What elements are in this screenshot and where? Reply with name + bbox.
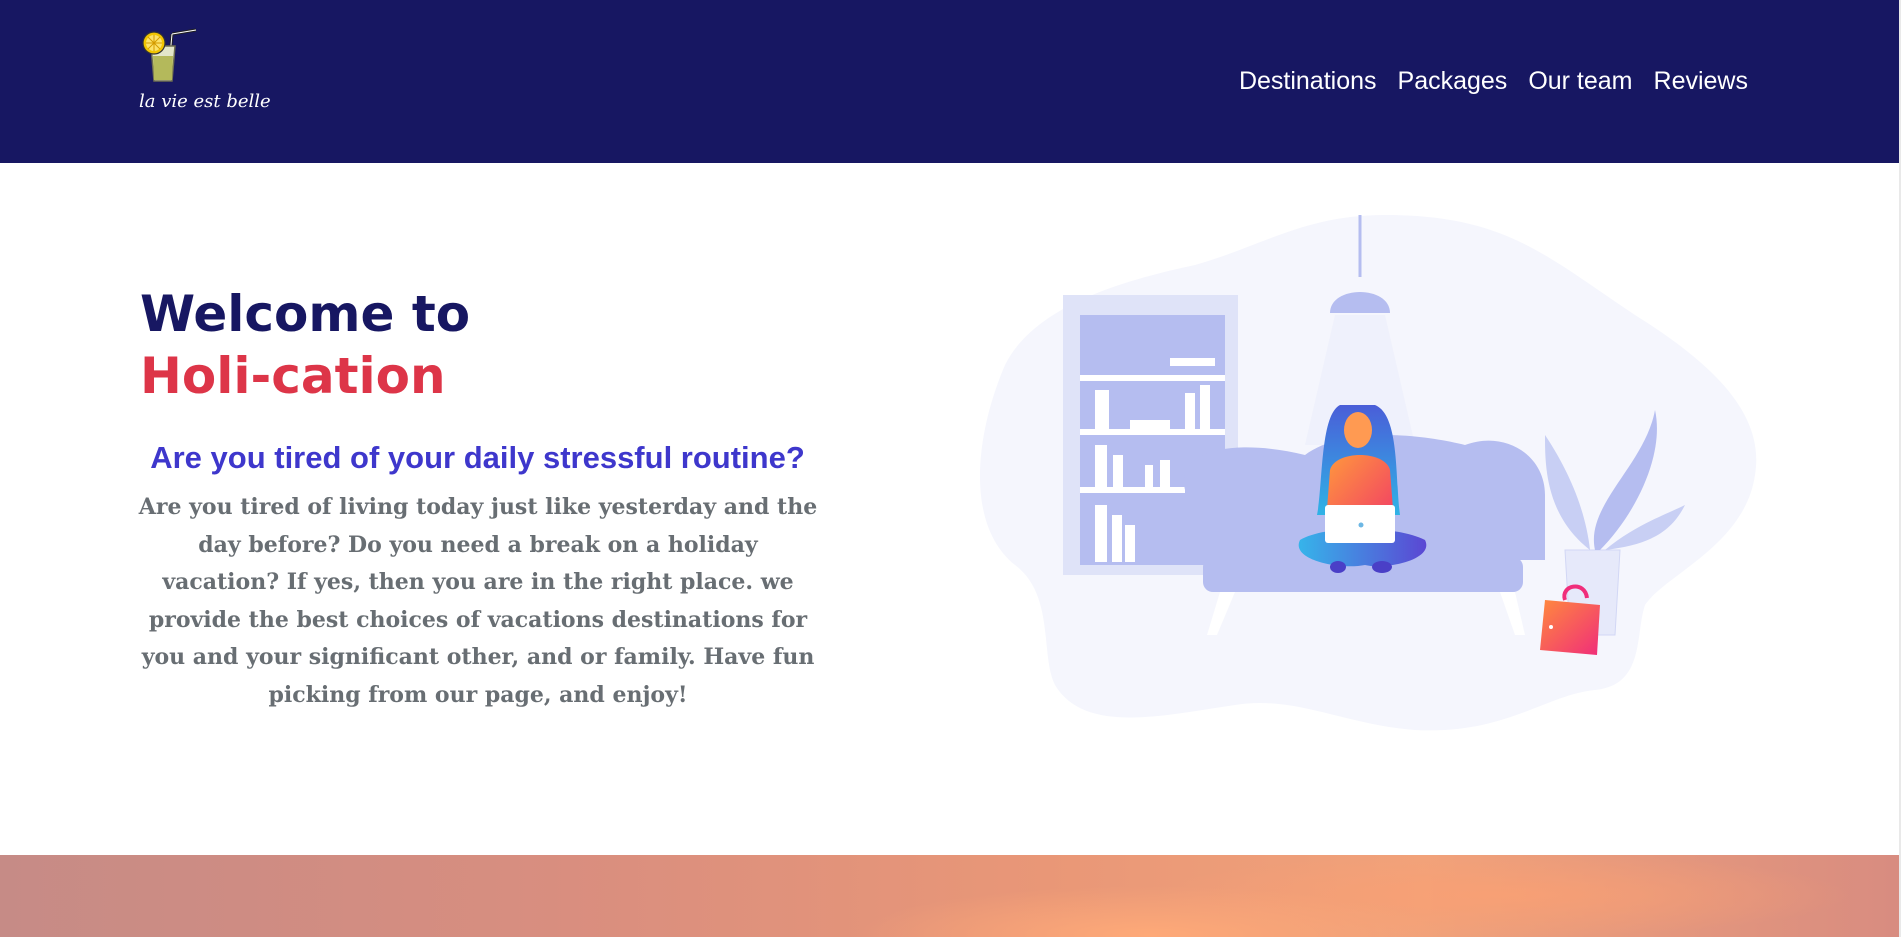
hero-illustration [945,215,1765,740]
nav-link-packages[interactable]: Packages [1398,66,1508,96]
nav-link-our-team[interactable]: Our team [1528,66,1632,96]
woman-relaxing-with-laptop-illustration [980,215,1757,731]
logo-text: la vie est belle [139,91,271,112]
hero-body-text: Are you tired of living today just like … [138,494,818,708]
main-nav: Destinations Packages Our team Reviews [1239,66,1748,96]
lemonade-glass-icon [142,28,197,82]
site-header: la vie est belle Destinations Packages O… [0,0,1899,163]
hero-subheading: Are you tired of your daily stressful ro… [150,440,805,475]
nav-link-destinations[interactable]: Destinations [1239,66,1377,96]
sunset-banner-image [0,855,1899,937]
hero-title-welcome: Welcome to [140,285,471,343]
hero-title-brand: Holi-cation [140,347,446,405]
nav-link-reviews[interactable]: Reviews [1654,66,1748,96]
hero-title: Welcome to Holi-cation [140,283,470,407]
logo[interactable]: la vie est belle [138,26,271,116]
